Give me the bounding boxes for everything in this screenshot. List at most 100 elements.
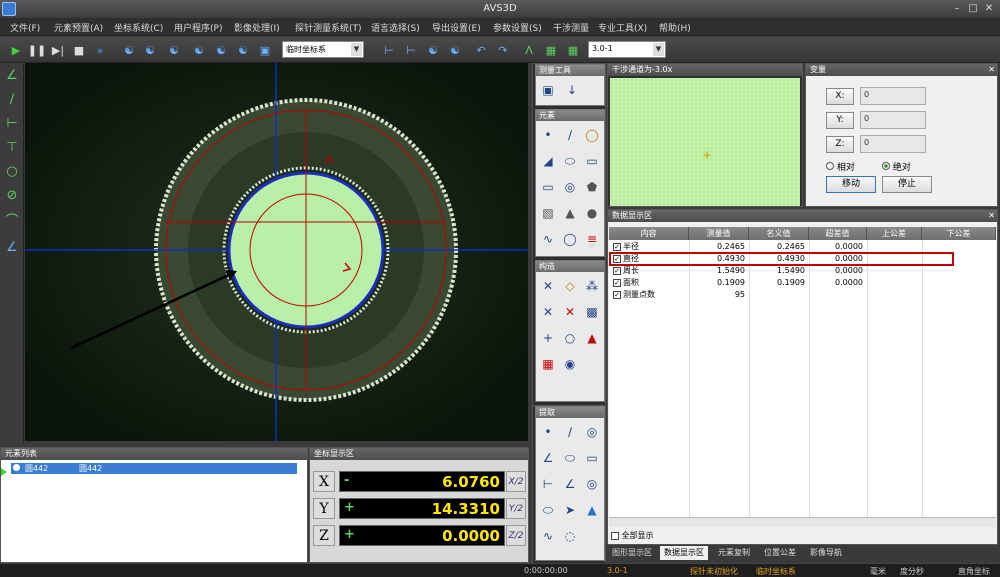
cross-b-icon[interactable]: ✕ — [560, 302, 580, 322]
menu-language[interactable]: 语言选择(S) — [371, 21, 420, 34]
extract-dashed-icon[interactable]: ◌ — [560, 526, 580, 546]
show-all-checkbox[interactable]: 全部显示 — [611, 530, 654, 541]
row-checkbox[interactable]: ✓ — [613, 291, 621, 299]
cross-a-icon[interactable]: ✕ — [538, 302, 558, 322]
align-d-icon[interactable]: ☯ — [446, 41, 464, 59]
tab-image-nav[interactable]: 影像导航 — [810, 546, 842, 560]
shape-icon[interactable]: ◯ — [560, 229, 580, 249]
col-nominal[interactable]: 名义值 — [749, 227, 809, 240]
line-tool-icon[interactable]: ∕ — [3, 91, 21, 109]
z-half-button[interactable]: Z/2 — [506, 525, 526, 546]
col-lower-tol[interactable]: 下公差 — [922, 227, 996, 240]
table-row[interactable]: ✓ 面积 0.1909 0.1909 0.0000 — [609, 277, 996, 289]
align-b-icon[interactable]: ⊢ — [402, 41, 420, 59]
extract-ellipse-icon[interactable]: ⬭ — [560, 448, 580, 468]
image-a-icon[interactable]: ▦ — [542, 41, 560, 59]
col-deviation[interactable]: 超差值 — [809, 227, 867, 240]
stop-button[interactable]: 停止 — [882, 176, 932, 193]
pause-icon[interactable]: ❚❚ — [28, 41, 46, 59]
extract-angle-icon[interactable]: ∠ — [560, 474, 580, 494]
menu-user-program[interactable]: 用户程序(P) — [174, 21, 222, 34]
tab-copy[interactable]: 元素复制 — [718, 546, 750, 560]
maximize-button[interactable]: □ — [966, 2, 980, 15]
target-icon[interactable]: ◉ — [560, 354, 580, 374]
rectangle-icon[interactable]: ▭ — [582, 151, 602, 171]
col-measured[interactable]: 测量值 — [689, 227, 749, 240]
cone-icon[interactable]: ▲ — [560, 203, 580, 223]
probe-d-icon[interactable]: ☯ — [190, 41, 208, 59]
tab-data[interactable]: 数据显示区 — [660, 546, 708, 560]
point-icon[interactable]: • — [538, 125, 558, 145]
menu-image-processing[interactable]: 影像处理(I) — [234, 21, 280, 34]
menu-probe-system[interactable]: 探针测量系统(T) — [295, 21, 362, 34]
chain-icon[interactable]: ⁂ — [582, 276, 602, 296]
pin-icon[interactable]: ▲ — [582, 328, 602, 348]
stop-icon[interactable]: ■ — [70, 41, 88, 59]
x-button[interactable]: X: — [826, 88, 854, 105]
line-icon[interactable]: ∕ — [560, 125, 580, 145]
play-icon[interactable]: ▶ — [7, 41, 25, 59]
extract-line-icon[interactable]: ∕ — [560, 422, 580, 442]
ellipse-icon[interactable]: ⬭ — [560, 151, 580, 171]
tab-graphics[interactable]: 图形显示区 — [612, 546, 652, 560]
extract-polyline-icon[interactable]: ∠ — [538, 448, 558, 468]
relative-radio[interactable]: 相对 — [826, 160, 855, 173]
camera-viewport[interactable] — [25, 63, 528, 441]
align-c-icon[interactable]: ☯ — [424, 41, 442, 59]
y-field[interactable]: 0 — [860, 111, 926, 129]
polygon-icon[interactable]: ⬟ — [582, 177, 602, 197]
menu-element-preset[interactable]: 元素预置(A) — [54, 21, 103, 34]
zoom-select[interactable]: 3.0-1 ▼ — [588, 41, 666, 58]
extract-circle-icon[interactable]: ◎ — [582, 422, 602, 442]
menu-interferometry[interactable]: 干涉测量 — [553, 21, 589, 34]
cylinder-icon[interactable]: ▧ — [538, 203, 558, 223]
row-checkbox[interactable]: ✓ — [613, 279, 621, 287]
box-icon[interactable]: ▩ — [582, 302, 602, 322]
menu-params[interactable]: 参数设置(S) — [493, 21, 542, 34]
z-axis-button[interactable]: Z — [313, 525, 335, 546]
probe-e-icon[interactable]: ☯ — [212, 41, 230, 59]
list-item[interactable]: 圆442 圆442 — [11, 463, 297, 474]
diamond-icon[interactable]: ◇ — [560, 276, 580, 296]
menu-export[interactable]: 导出设置(E) — [432, 21, 481, 34]
move-button[interactable]: 移动 — [826, 176, 876, 193]
menu-coord-system[interactable]: 坐标系统(C) — [114, 21, 163, 34]
close-button[interactable]: ✕ — [982, 2, 996, 15]
plus-icon[interactable]: + — [538, 328, 558, 348]
menu-file[interactable]: 文件(F) — [10, 21, 40, 34]
extract-ring-icon[interactable]: ◎ — [582, 474, 602, 494]
probe-f-icon[interactable]: ☯ — [234, 41, 252, 59]
redo-icon[interactable]: ↷ — [494, 41, 512, 59]
close-icon[interactable]: ✕ — [988, 64, 995, 76]
graph-icon[interactable]: Λ — [520, 41, 538, 59]
align-a-icon[interactable]: ⊢ — [380, 41, 398, 59]
curve-icon[interactable]: ∿ — [538, 229, 558, 249]
concentric-icon[interactable]: ◎ — [560, 177, 580, 197]
table-row[interactable]: ✓ 周长 1.5490 1.5490 0.0000 — [609, 265, 996, 277]
sphere-icon[interactable]: ● — [582, 203, 602, 223]
probe-icon[interactable]: ↓ — [562, 80, 582, 100]
no-tool-icon[interactable]: ⊘ — [3, 187, 21, 205]
close-icon[interactable]: ✕ — [988, 210, 995, 222]
intersect-icon[interactable]: ✕ — [538, 276, 558, 296]
row-checkbox[interactable]: ✓ — [613, 267, 621, 275]
x-half-button[interactable]: X/2 — [506, 471, 526, 492]
absolute-radio[interactable]: 绝对 — [882, 160, 911, 173]
y-axis-button[interactable]: Y — [313, 498, 335, 519]
col-upper-tol[interactable]: 上公差 — [867, 227, 922, 240]
angle-tool-icon[interactable]: ∠ — [3, 67, 21, 85]
interferometry-view[interactable]: + — [610, 78, 800, 206]
y-button[interactable]: Y: — [826, 112, 854, 129]
slot-icon[interactable]: ▭ — [538, 177, 558, 197]
angle-b-tool-icon[interactable]: ∠ — [3, 239, 21, 257]
col-content[interactable]: 内容 — [609, 227, 689, 240]
extract-point-icon[interactable]: • — [538, 422, 558, 442]
save-icon[interactable]: ▣ — [256, 41, 274, 59]
row-checkbox[interactable]: ✓ — [613, 243, 621, 251]
minimize-button[interactable]: – — [950, 2, 964, 15]
extract-cone-icon[interactable]: ▲ — [582, 500, 602, 520]
arc-tool-icon[interactable]: ⌒ — [3, 213, 21, 231]
vertical-dim-icon[interactable]: ⊤ — [3, 139, 21, 157]
x-axis-button[interactable]: X — [313, 471, 335, 492]
arc-icon[interactable]: ◢ — [538, 151, 558, 171]
